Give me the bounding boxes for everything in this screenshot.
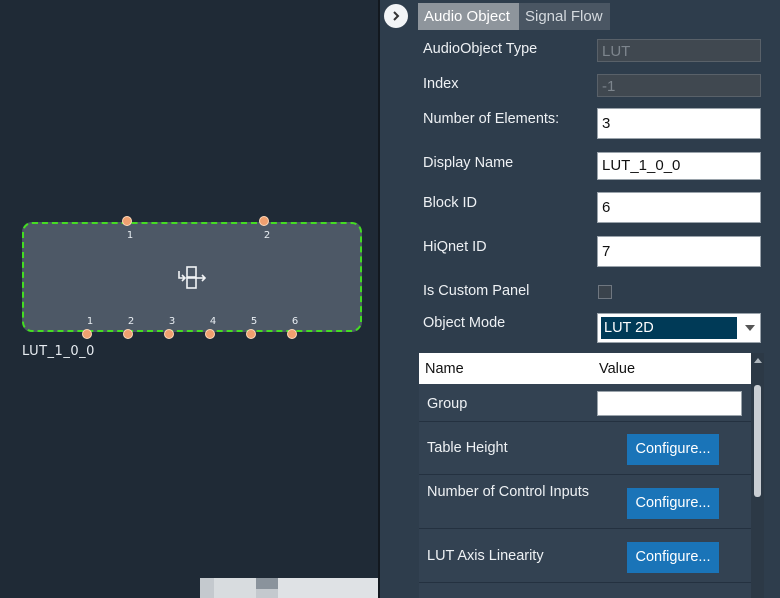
output-pin-label: 2 (127, 316, 135, 327)
object-mode-value: LUT 2D (601, 317, 737, 339)
index-field: -1 (597, 74, 761, 97)
block-id-label: Block ID (423, 195, 477, 211)
custom-panel-label: Is Custom Panel (423, 283, 530, 299)
hiqnet-id-input[interactable]: 7 (597, 236, 761, 267)
design-canvas[interactable]: 1 2 1 2 3 4 5 6 LUT_1_0_0 (0, 0, 378, 598)
properties-panel: Audio Object Signal Flow AudioObject Typ… (380, 0, 780, 598)
output-pin-2[interactable] (123, 329, 133, 339)
output-pin-5[interactable] (246, 329, 256, 339)
object-mode-select[interactable]: LUT 2D (597, 313, 761, 343)
num-elements-label: Number of Elements: (423, 111, 560, 127)
column-header-value: Value (599, 361, 636, 377)
output-pin-label: 6 (291, 316, 299, 327)
grid-row-group: Group (419, 384, 751, 422)
grid-row-name: Table Height (427, 440, 508, 456)
tab-audio-object[interactable]: Audio Object (418, 3, 519, 30)
input-pin-label: 2 (263, 230, 271, 241)
configure-axis-linearity-button[interactable]: Configure... (627, 542, 719, 573)
hiqnet-id-label: HiQnet ID (423, 239, 487, 255)
grid-scrollbar[interactable] (751, 353, 764, 598)
grid-row-name: LUT Axis Linearity (427, 548, 544, 564)
output-pin-1[interactable] (82, 329, 92, 339)
audioobject-type-field: LUT (597, 39, 761, 62)
input-pin-1[interactable] (122, 216, 132, 226)
grid-row-control-inputs: Number of Control Inputs Configure... (419, 475, 751, 529)
grid-header: Name Value (419, 353, 751, 384)
canvas-minimap[interactable] (200, 578, 378, 598)
output-pin-label: 4 (209, 316, 217, 327)
audioobject-type-label: AudioObject Type (423, 41, 538, 57)
output-pin-4[interactable] (205, 329, 215, 339)
collapse-panel-button[interactable] (384, 4, 408, 28)
grid-row-axis-linearity: LUT Axis Linearity Configure... (419, 529, 751, 583)
scroll-thumb[interactable] (754, 385, 761, 497)
index-label: Index (423, 76, 459, 92)
output-pin-3[interactable] (164, 329, 174, 339)
display-name-input[interactable]: LUT_1_0_0 (597, 152, 761, 180)
chevron-right-icon (393, 11, 400, 21)
block-id-input[interactable]: 6 (597, 192, 761, 223)
column-header-name: Name (425, 361, 464, 377)
custom-panel-checkbox[interactable] (598, 285, 612, 299)
scroll-up-icon[interactable] (754, 358, 762, 363)
grid-row-name: Group (427, 396, 468, 412)
input-pin-label: 1 (126, 230, 134, 241)
grid-row-table-height: Table Height Configure... (419, 422, 751, 475)
display-name-label: Display Name (423, 155, 514, 171)
chevron-down-icon (745, 325, 755, 331)
output-pin-label: 3 (168, 316, 176, 327)
group-input[interactable] (597, 391, 742, 416)
output-pin-label: 5 (250, 316, 258, 327)
object-mode-label: Object Mode (423, 315, 506, 331)
output-pin-label: 1 (86, 316, 94, 327)
configure-control-inputs-button[interactable]: Configure... (627, 488, 719, 519)
input-pin-2[interactable] (259, 216, 269, 226)
grid-row-name: Number of Control Inputs (427, 484, 589, 500)
property-grid: Name Value Group Table Height Configure.… (419, 353, 764, 598)
block-name-label: LUT_1_0_0 (22, 344, 95, 359)
configure-table-height-button[interactable]: Configure... (627, 434, 719, 465)
lut-block-icon (178, 266, 207, 289)
tab-signal-flow[interactable]: Signal Flow (519, 3, 610, 30)
output-pin-6[interactable] (287, 329, 297, 339)
num-elements-input[interactable]: 3 (597, 108, 761, 139)
